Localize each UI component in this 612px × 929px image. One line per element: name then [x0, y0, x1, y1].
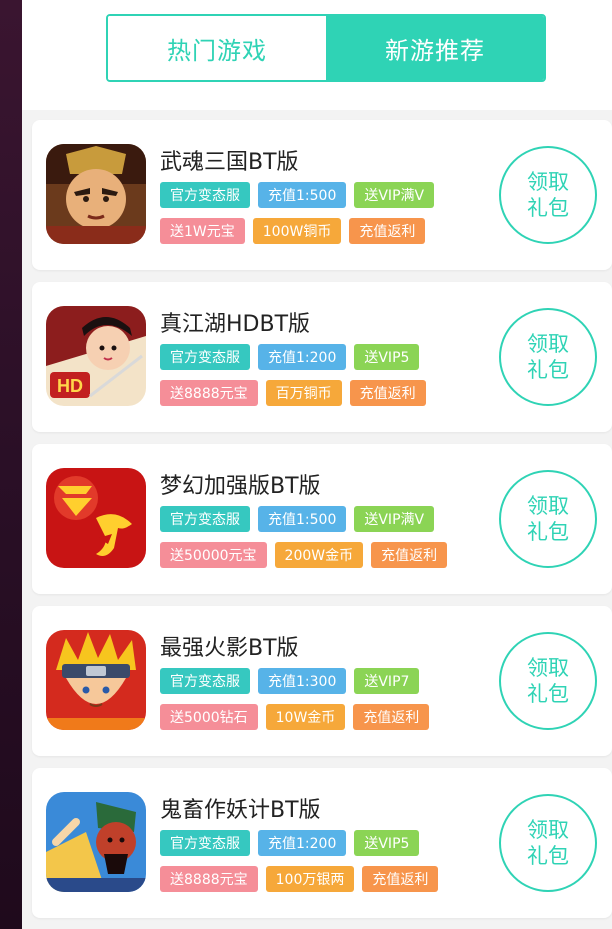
tag-server: 官方变态服: [160, 182, 250, 208]
button-label: 领取: [527, 494, 569, 518]
tag-vip: 送VIP5: [354, 830, 420, 856]
tag-vip: 送VIP满V: [354, 182, 435, 208]
tag-row: 官方变态服 充值1:200 送VIP5: [160, 830, 420, 856]
tag-bonus: 送50000元宝: [160, 542, 267, 568]
tag-vip: 送VIP7: [354, 668, 420, 694]
button-label: 礼包: [527, 520, 569, 544]
tag-bonus: 送8888元宝: [160, 380, 258, 406]
tag-bonus: 送8888元宝: [160, 866, 258, 892]
button-label: 礼包: [527, 682, 569, 706]
tag-recharge-rate: 充值1:500: [258, 506, 347, 532]
claim-gift-button[interactable]: 领取 礼包: [499, 146, 597, 244]
warrior-portrait-icon[interactable]: [46, 144, 146, 244]
claim-gift-button[interactable]: 领取 礼包: [499, 308, 597, 406]
button-label: 礼包: [527, 358, 569, 382]
game-title: 武魂三国BT版: [160, 150, 299, 175]
tag-rebate: 充值返利: [349, 218, 426, 244]
tag-currency: 10W金币: [265, 704, 346, 730]
game-card[interactable]: 最强火影BT版 官方变态服 充值1:300 送VIP7 送5000钻石 10W金…: [32, 606, 612, 756]
claim-gift-button[interactable]: 领取 礼包: [499, 632, 597, 730]
ninja-portrait-icon[interactable]: [46, 630, 146, 730]
tag-row: 官方变态服 充值1:500 送VIP满V: [160, 182, 435, 208]
tag-row: 送50000元宝 200W金币 充值返利: [160, 542, 448, 568]
tag-recharge-rate: 充值1:200: [258, 830, 347, 856]
tag-vip: 送VIP5: [354, 344, 420, 370]
button-label: 礼包: [527, 844, 569, 868]
tag-currency: 100万银两: [265, 866, 355, 892]
svg-text:HD: HD: [57, 376, 83, 396]
tag-recharge-rate: 充值1:500: [258, 182, 347, 208]
tab-switcher: 热门游戏 新游推荐: [106, 14, 546, 82]
tag-bonus: 送5000钻石: [160, 704, 258, 730]
tag-row: 官方变态服 充值1:500 送VIP满V: [160, 506, 435, 532]
game-card[interactable]: HD 真江湖HDBT版 官方变态服 充值1:200 送VIP5 送8888元宝 …: [32, 282, 612, 432]
tag-row: 送1W元宝 100W铜币 充值返利: [160, 218, 426, 244]
game-card[interactable]: 武魂三国BT版 官方变态服 充值1:500 送VIP满V 送1W元宝 100W铜…: [32, 120, 612, 270]
tag-recharge-rate: 充值1:200: [258, 344, 347, 370]
button-label: 领取: [527, 332, 569, 356]
tag-rebate: 充值返利: [353, 704, 430, 730]
button-label: 领取: [527, 656, 569, 680]
tag-bonus: 送1W元宝: [160, 218, 245, 244]
button-label: 领取: [527, 170, 569, 194]
tag-rebate: 充值返利: [362, 866, 439, 892]
button-label: 领取: [527, 818, 569, 842]
tag-server: 官方变态服: [160, 344, 250, 370]
game-list-panel: 热门游戏 新游推荐 武魂三国BT版 官方变态服 充值1:500 送VIP满V 送…: [22, 0, 612, 929]
tag-row: 送5000钻石 10W金币 充值返利: [160, 704, 430, 730]
tag-server: 官方变态服: [160, 830, 250, 856]
game-title: 梦幻加强版BT版: [160, 474, 321, 499]
game-card[interactable]: 鬼畜作妖计BT版 官方变态服 充值1:200 送VIP5 送8888元宝 100…: [32, 768, 612, 918]
tag-server: 官方变态服: [160, 668, 250, 694]
tag-currency: 百万铜币: [265, 380, 342, 406]
tag-rebate: 充值返利: [349, 380, 426, 406]
tab-bar: 热门游戏 新游推荐: [22, 0, 612, 110]
tag-row: 送8888元宝 100万银两 充值返利: [160, 866, 439, 892]
claim-gift-button[interactable]: 领取 礼包: [499, 470, 597, 568]
tag-vip: 送VIP满V: [354, 506, 435, 532]
tab-hot-games[interactable]: 热门游戏: [108, 16, 326, 80]
claim-gift-button[interactable]: 领取 礼包: [499, 794, 597, 892]
tag-currency: 200W金币: [274, 542, 364, 568]
game-title: 鬼畜作妖计BT版: [160, 798, 321, 823]
tag-rebate: 充值返利: [371, 542, 448, 568]
tag-row: 官方变态服 充值1:200 送VIP5: [160, 344, 420, 370]
button-label: 礼包: [527, 196, 569, 220]
tag-row: 官方变态服 充值1:300 送VIP7: [160, 668, 420, 694]
game-list: 武魂三国BT版 官方变态服 充值1:500 送VIP满V 送1W元宝 100W铜…: [32, 120, 612, 929]
tab-new-games[interactable]: 新游推荐: [326, 16, 544, 80]
tag-row: 送8888元宝 百万铜币 充值返利: [160, 380, 426, 406]
game-title: 最强火影BT版: [160, 636, 299, 661]
game-card[interactable]: 梦幻加强版BT版 官方变态服 充值1:500 送VIP满V 送50000元宝 2…: [32, 444, 612, 594]
menghuan-calligraphy-icon[interactable]: [46, 468, 146, 568]
game-title: 真江湖HDBT版: [160, 312, 311, 337]
tag-recharge-rate: 充值1:300: [258, 668, 347, 694]
tag-currency: 100W铜币: [252, 218, 342, 244]
swordswoman-hd-icon[interactable]: HD: [46, 306, 146, 406]
tag-server: 官方变态服: [160, 506, 250, 532]
general-portrait-icon[interactable]: [46, 792, 146, 892]
background-strip: [0, 0, 22, 929]
